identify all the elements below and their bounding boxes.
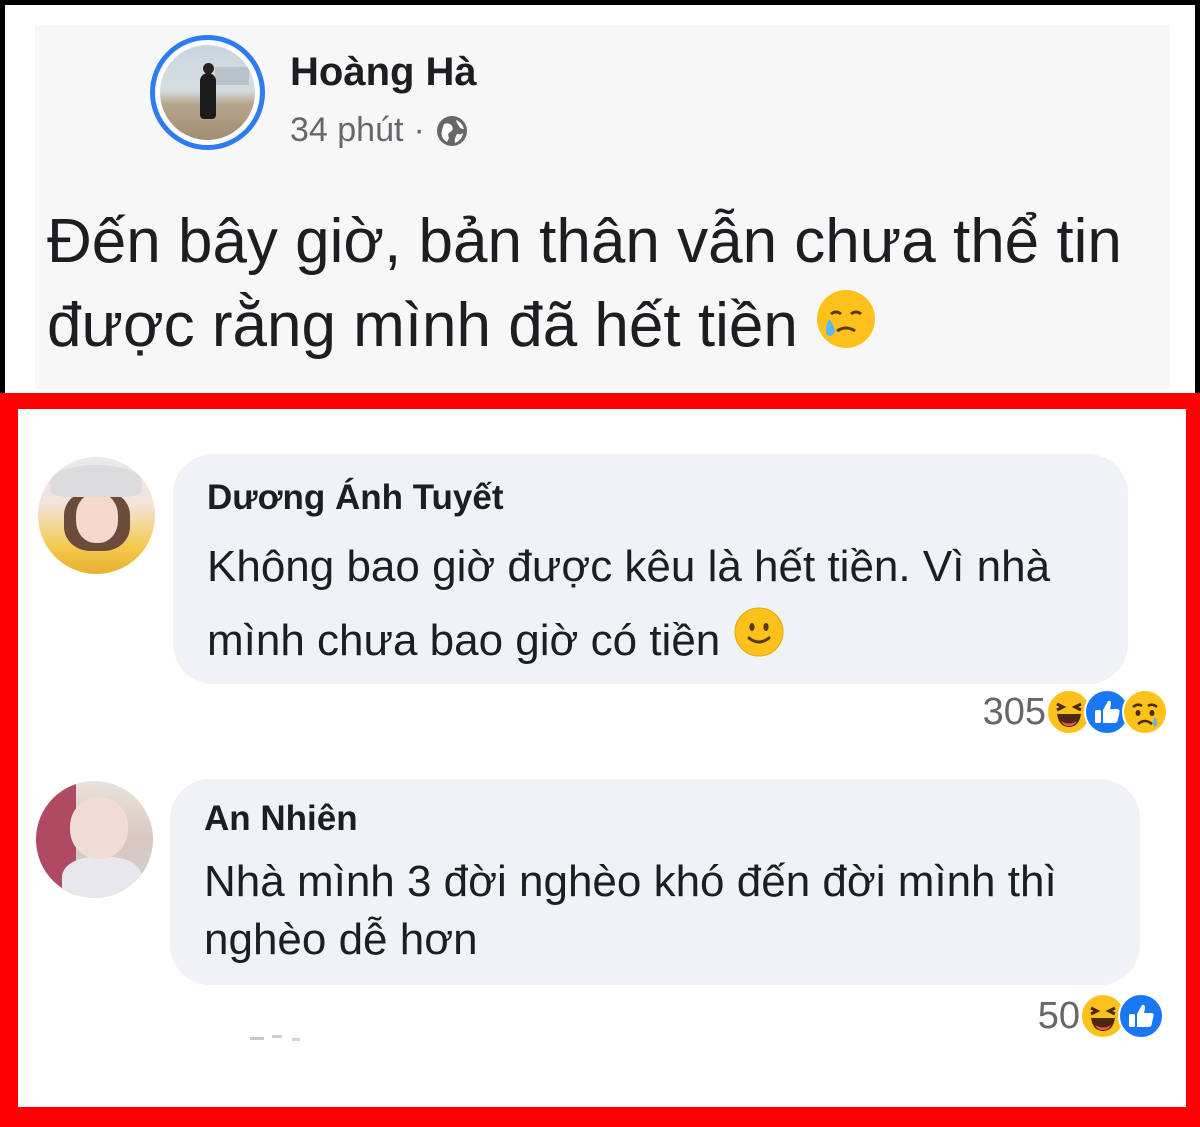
reaction-count: 50 [1037, 994, 1080, 1037]
avatar-face [70, 797, 128, 859]
reaction-count: 305 [982, 690, 1046, 733]
comments-section: Dương Ánh Tuyết Không bao giờ được kêu l… [18, 409, 1186, 1107]
post-meta: 34 phút · [290, 111, 469, 150]
comment-author[interactable]: An Nhiên [204, 799, 358, 839]
like-icon [1118, 993, 1164, 1039]
post-text: Đến bây giờ, bản thân vẫn chưa thể tin đ… [47, 207, 1122, 360]
post-time[interactable]: 34 phút [290, 111, 403, 150]
slight-smile-emoji [733, 606, 785, 681]
avatar-figure [200, 63, 216, 119]
avatar-hat [50, 465, 142, 497]
comments-highlight-frame: Dương Ánh Tuyết Không bao giờ được kêu l… [0, 393, 1200, 1127]
commenter-avatar[interactable] [38, 457, 155, 574]
comment-bubble: An Nhiên Nhà mình 3 đời nghèo khó đến đờ… [170, 779, 1140, 985]
comment-text: Nhà mình 3 đời nghèo khó đến đời mình th… [204, 857, 1057, 964]
commenter-avatar[interactable] [36, 781, 153, 898]
globe-icon[interactable] [435, 114, 469, 148]
post-author-avatar[interactable] [150, 35, 265, 150]
post-body: Đến bây giờ, bản thân vẫn chưa thể tin đ… [47, 200, 1177, 372]
reaction-summary[interactable]: 305 [983, 689, 1168, 735]
avatar-body [62, 857, 142, 898]
sad-icon [1122, 689, 1168, 735]
comment-text: Không bao giờ được kêu là hết tiền. Vì n… [207, 542, 1051, 665]
cropped-text-remnant [250, 1035, 300, 1041]
avatar-background [215, 67, 249, 85]
avatar-face [76, 493, 118, 543]
post-author-name[interactable]: Hoàng Hà [290, 50, 477, 95]
avatar-photo [160, 45, 255, 140]
comment-author[interactable]: Dương Ánh Tuyết [207, 478, 504, 518]
post-panel: Hoàng Hà 34 phút · Đến bây giờ, bản thân… [5, 5, 1195, 393]
comment-bubble: Dương Ánh Tuyết Không bao giờ được kêu l… [173, 454, 1128, 684]
comment-text-wrap: Không bao giờ được kêu là hết tiền. Vì n… [207, 530, 1117, 681]
crying-smile-emoji [815, 288, 877, 372]
reaction-summary[interactable]: 50 [1038, 993, 1164, 1039]
meta-separator: · [413, 111, 425, 149]
